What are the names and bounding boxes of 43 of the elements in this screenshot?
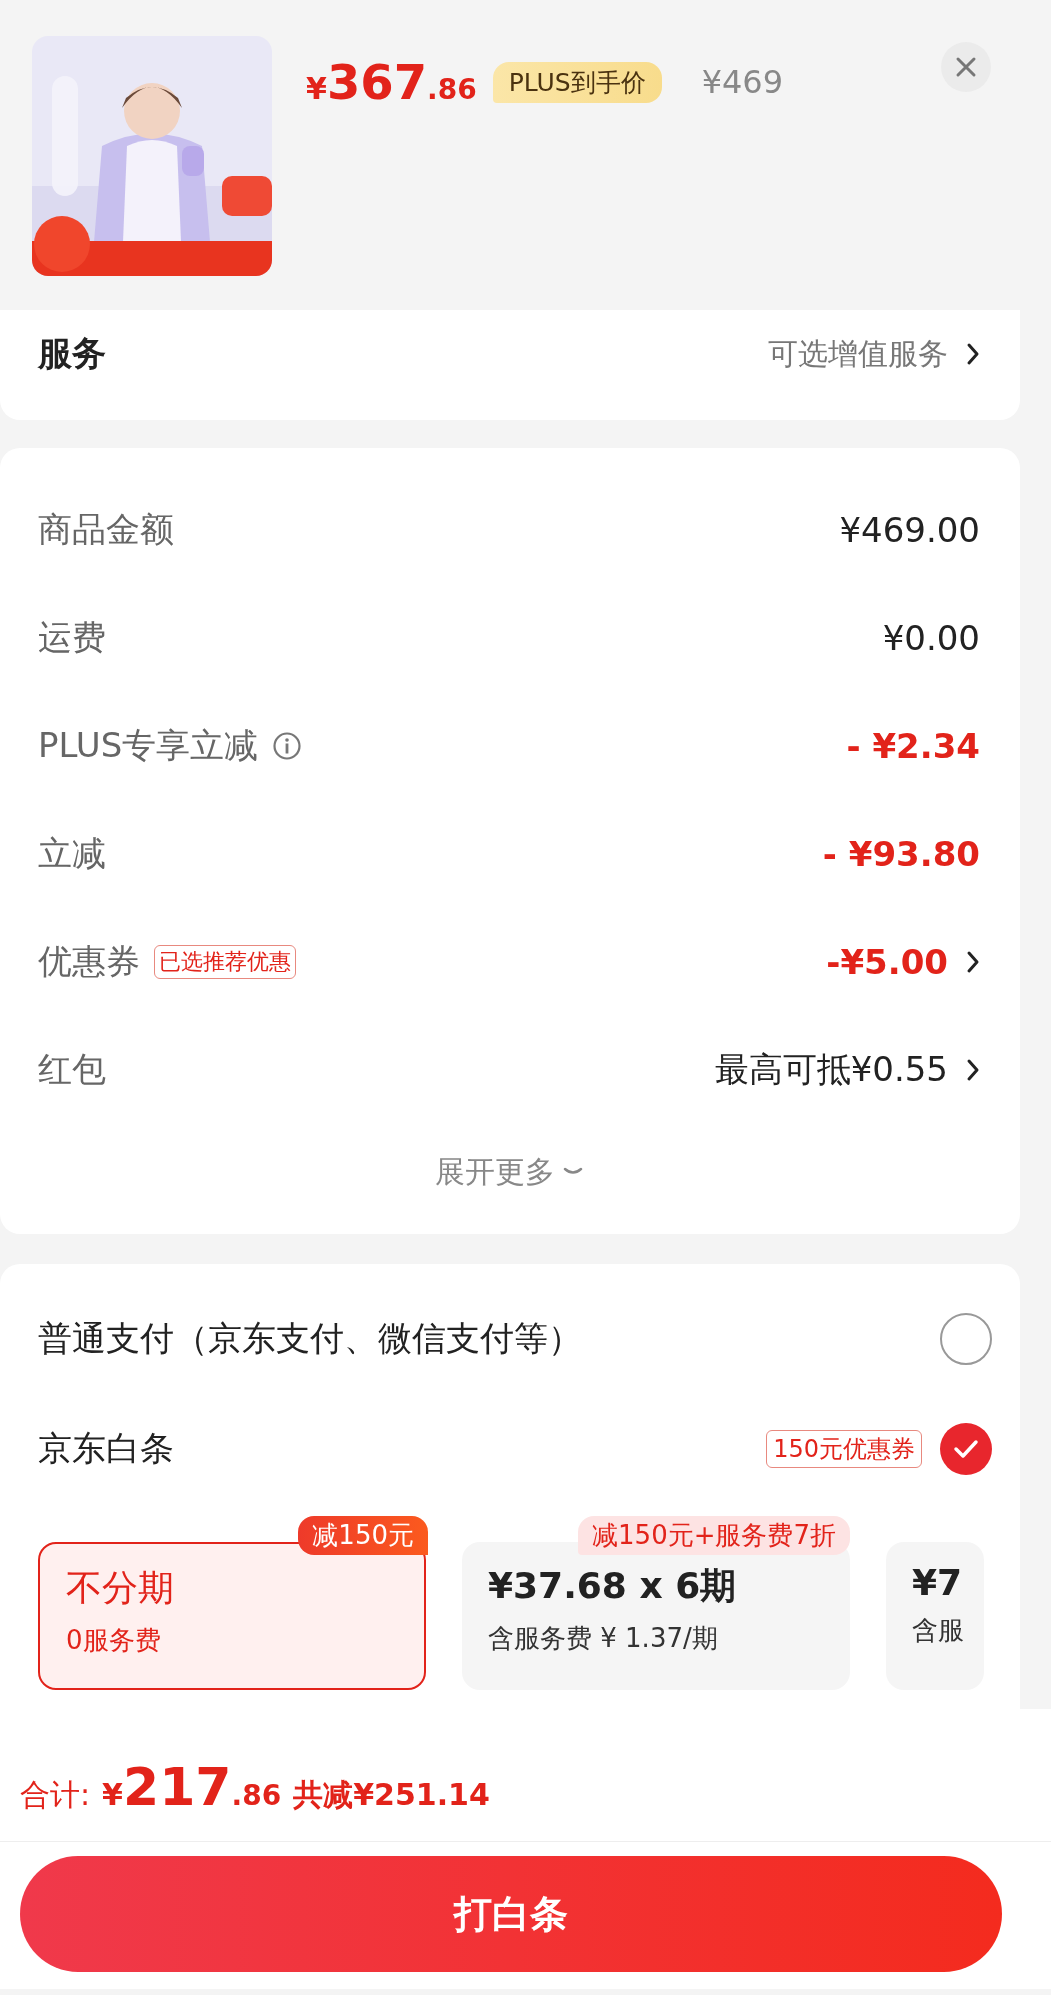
radio-button[interactable] (940, 1313, 992, 1365)
total-price: ¥217.86 (102, 1757, 282, 1817)
installment-fee: 含服 (912, 1614, 965, 1647)
expand-link[interactable]: 展开更多 (435, 1151, 555, 1193)
installment-option[interactable]: ¥7 含服 (886, 1542, 984, 1690)
installment-title: 不分期 (66, 1566, 175, 1610)
chevron-down-icon (563, 1167, 583, 1177)
total-label: 合计: (20, 1776, 91, 1814)
row-value: -¥5.00 (826, 942, 948, 982)
installment-fee: 0服务费 (66, 1624, 162, 1657)
close-icon (955, 56, 977, 78)
row-value: ¥469.00 (839, 510, 980, 550)
payment-method[interactable]: 普通支付（京东支付、微信支付等） (38, 1316, 582, 1362)
row-label: 商品金额 (38, 508, 174, 551)
row-label: 运费 (38, 616, 106, 659)
close-button[interactable] (941, 42, 991, 92)
row-value: 最高可抵¥0.55 (714, 1048, 948, 1091)
installment-title: ¥7 (912, 1562, 964, 1603)
discount-badge: 减150元+服务费7折 (578, 1516, 850, 1555)
info-icon[interactable] (272, 731, 303, 761)
row-value: - ¥2.34 (846, 726, 980, 766)
services-link[interactable]: 可选增值服务 (768, 333, 948, 375)
coupon-tag: 150元优惠券 (766, 1430, 922, 1468)
section-title: 服务 (38, 332, 106, 375)
installment-fee: 含服务费 ¥ 1.37/期 (488, 1622, 719, 1655)
coupon-tag: 已选推荐优惠 (154, 945, 296, 979)
installment-title: ¥37.68 x 6期 (488, 1564, 738, 1608)
price: ¥367.86 (306, 54, 477, 110)
payment-method[interactable]: 京东白条 (38, 1426, 174, 1472)
chevron-icon (966, 342, 980, 366)
discount-badge: 减150元 (298, 1516, 428, 1555)
row-value: - ¥93.80 (822, 834, 980, 874)
original-price: ¥469 (701, 63, 784, 101)
total-discount: 共减¥251.14 (293, 1776, 490, 1814)
check-icon (953, 1439, 979, 1459)
row-label: 优惠券 (38, 940, 140, 983)
row-label: PLUS专享立减 (38, 724, 259, 767)
radio-button[interactable] (940, 1423, 992, 1475)
pay-button[interactable]: 打白条 (20, 1856, 1002, 1972)
row-label: 红包 (38, 1048, 106, 1091)
price-badge: PLUS到手价 (492, 61, 662, 103)
row-value: ¥0.00 (882, 618, 980, 658)
row-label: 立减 (38, 832, 106, 875)
